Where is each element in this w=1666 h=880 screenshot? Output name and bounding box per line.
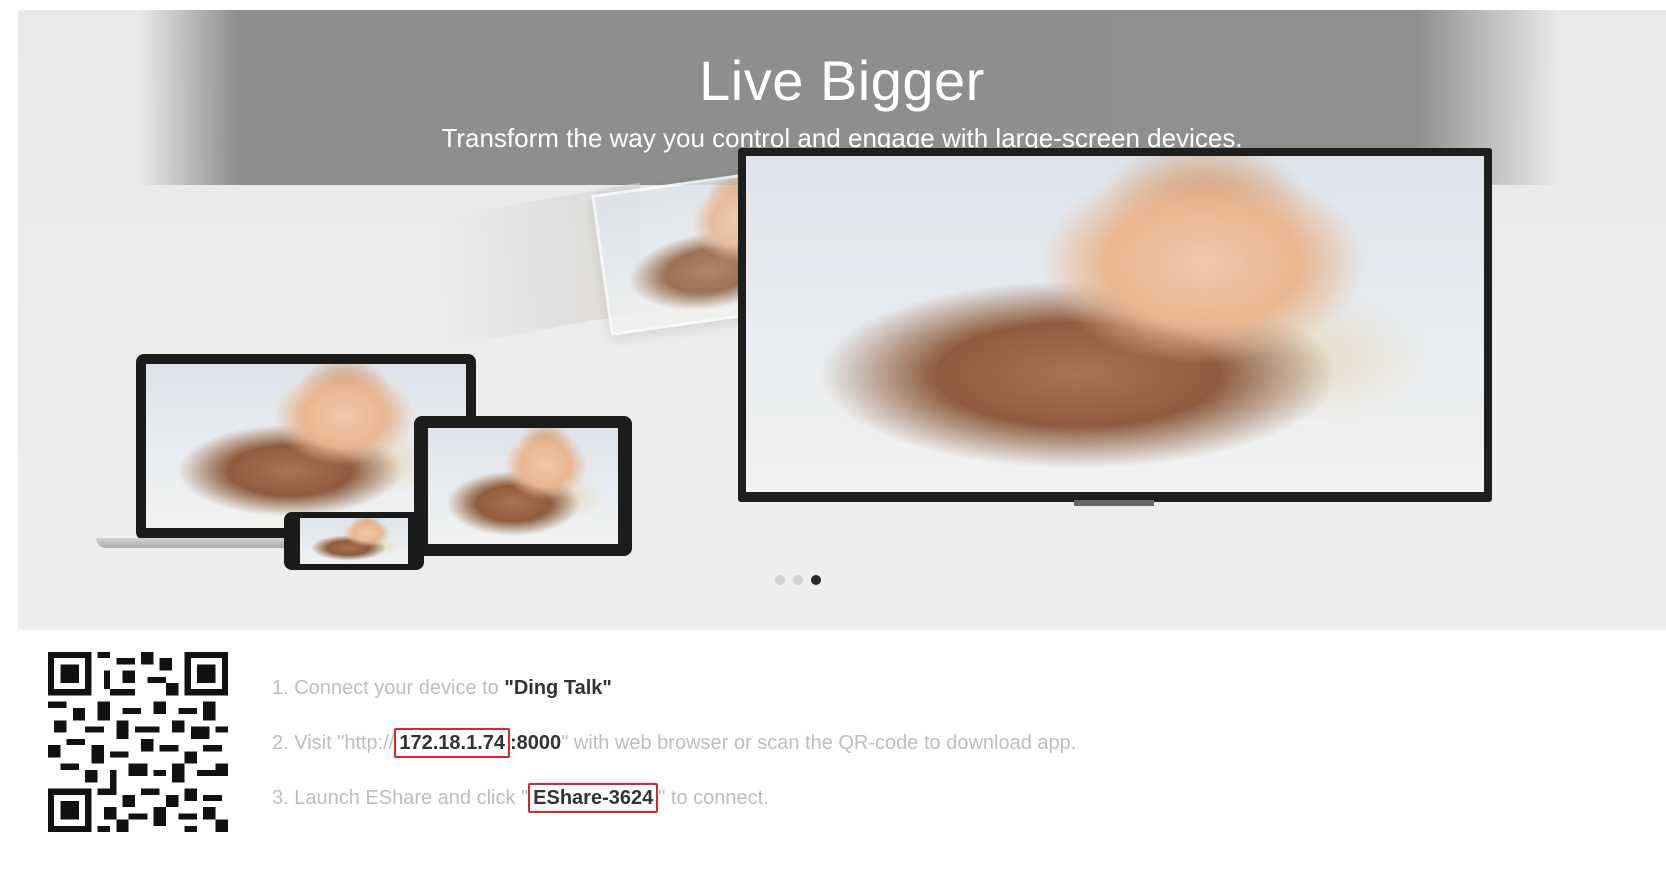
carousel-dot-active[interactable] xyxy=(811,575,821,585)
hero-title: Live Bigger xyxy=(699,49,985,112)
tablet-device xyxy=(414,416,632,556)
step3-prefix: 3. Launch EShare and click " xyxy=(272,787,529,809)
carousel-dots xyxy=(775,575,821,585)
ip-address[interactable]: 172.18.1.74 xyxy=(394,728,510,758)
instruction-step-2: 2. Visit "http://172.18.1.74:8000" with … xyxy=(272,728,1077,758)
step2-suffix: " with web browser or scan the QR-code t… xyxy=(561,732,1077,754)
port: :8000 xyxy=(510,732,562,754)
network-name: "Ding Talk" xyxy=(504,677,612,699)
tv-device xyxy=(738,148,1492,502)
tv-stand xyxy=(1074,500,1154,506)
carousel-dot[interactable] xyxy=(793,575,803,585)
qr-code-icon xyxy=(48,652,228,832)
step2-prefix: 2. Visit "http:// xyxy=(272,732,395,754)
instruction-step-3: 3. Launch EShare and click " EShare-3624 "… xyxy=(272,783,769,813)
carousel-dot[interactable] xyxy=(775,575,785,585)
instruction-step-1: 1. Connect your device to "Ding Talk" xyxy=(272,677,612,700)
phone-device xyxy=(284,512,424,570)
step1-prefix: 1. Connect your device to xyxy=(272,677,505,699)
device-name[interactable]: EShare-3624 xyxy=(528,783,659,813)
step3-suffix: " to connect. xyxy=(658,787,769,809)
